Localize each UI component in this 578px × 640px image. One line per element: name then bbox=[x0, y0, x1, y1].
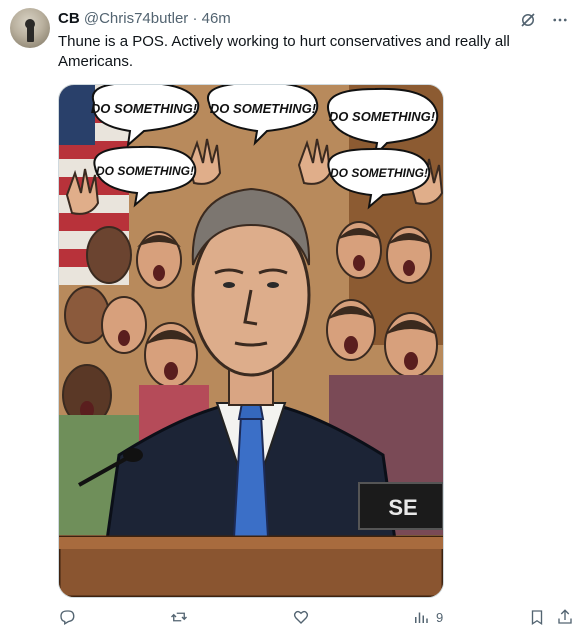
retweet-button[interactable] bbox=[170, 608, 188, 626]
nameplate-text: SE bbox=[388, 495, 417, 520]
user-handle[interactable]: @Chris74butler bbox=[84, 10, 188, 27]
separator-dot: · bbox=[192, 10, 198, 27]
bookmark-icon bbox=[531, 610, 543, 626]
avatar[interactable] bbox=[10, 8, 50, 48]
bubble-text-5: DO SOMETHING! bbox=[330, 166, 428, 180]
bubble-text-4: DO SOMETHING! bbox=[96, 164, 194, 178]
display-name[interactable]: CB bbox=[58, 10, 80, 27]
views-button[interactable]: 9 bbox=[412, 608, 443, 626]
tweet: CB @Chris74butler · 46m Thune is a POS. … bbox=[0, 0, 578, 640]
more-icon[interactable] bbox=[550, 10, 570, 30]
tweet-text: Thune is a POS. Actively working to hurt… bbox=[58, 33, 510, 70]
reply-button[interactable] bbox=[58, 608, 76, 626]
share-icon bbox=[558, 609, 572, 624]
bubble-text-2: DO SOMETHING! bbox=[210, 101, 317, 116]
share-button[interactable] bbox=[556, 608, 574, 626]
header-actions bbox=[518, 10, 570, 30]
views-count: 9 bbox=[436, 609, 444, 625]
avatar-figure-body bbox=[27, 22, 34, 42]
retweet-icon bbox=[171, 612, 187, 622]
grok-icon[interactable] bbox=[518, 10, 538, 30]
reply-icon bbox=[60, 610, 75, 625]
like-button[interactable] bbox=[292, 608, 310, 626]
action-bar: 9 bbox=[58, 604, 572, 632]
bubble-text-1: DO SOMETHING! bbox=[91, 101, 198, 116]
bookmark-button[interactable] bbox=[528, 608, 546, 626]
tweet-header: CB @Chris74butler · 46m bbox=[58, 10, 231, 27]
timestamp[interactable]: 46m bbox=[202, 10, 231, 27]
bubble-text-3: DO SOMETHING! bbox=[329, 109, 436, 124]
views-icon bbox=[415, 612, 428, 623]
tweet-image[interactable]: SE DO SOMETHING! DO SOMETHING! DO SOMETH… bbox=[58, 84, 444, 598]
like-icon bbox=[293, 610, 309, 624]
